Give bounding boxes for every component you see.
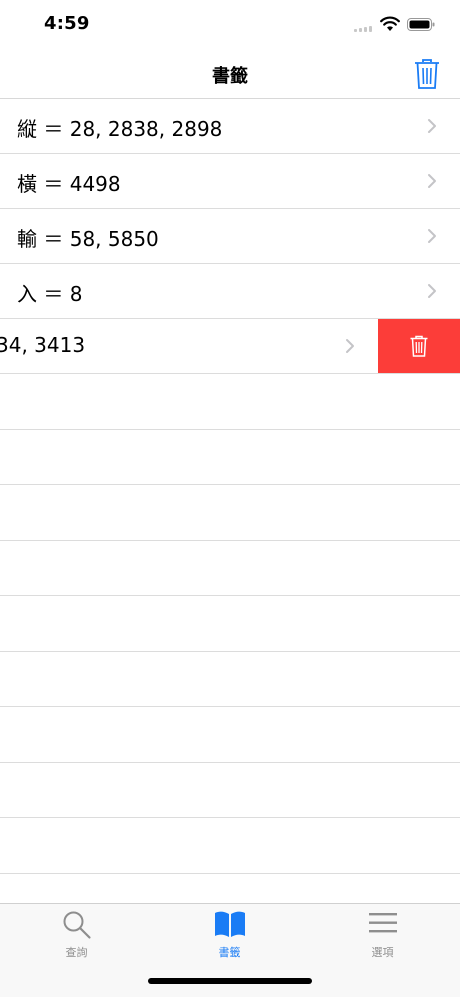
delete-button[interactable]	[378, 319, 460, 374]
empty-row	[0, 763, 460, 819]
empty-row	[0, 818, 460, 874]
list-item[interactable]: 縦 ＝ 28, 2838, 2898	[0, 99, 460, 154]
list-item-swiped[interactable]: 34, 3413	[0, 319, 460, 374]
list-item[interactable]: 入 ＝ 8	[0, 264, 460, 319]
list-item[interactable]: 橫 ＝ 4498	[0, 154, 460, 209]
chevron-right-icon	[427, 283, 437, 299]
list-item-label: 入 ＝ 8	[17, 278, 82, 307]
empty-row	[0, 541, 460, 597]
trash-icon	[410, 335, 428, 357]
tab-bookmarks[interactable]: 書籤	[153, 904, 306, 964]
battery-icon	[407, 18, 435, 31]
tab-label: 書籤	[153, 944, 306, 960]
chevron-right-icon	[427, 118, 437, 134]
tab-label: 選項	[306, 944, 459, 960]
bookmark-list: 縦 ＝ 28, 2838, 2898 橫 ＝ 4498 輸 ＝ 58, 5850…	[0, 99, 460, 874]
tab-label: 查詢	[0, 944, 153, 960]
empty-row	[0, 707, 460, 763]
cellular-signal-icon	[354, 26, 374, 32]
list-item-label: 34, 3413	[0, 333, 85, 357]
magnifier-icon	[62, 910, 92, 940]
chevron-right-icon	[427, 228, 437, 244]
empty-row	[0, 374, 460, 430]
list-item-label: 橫 ＝ 4498	[17, 168, 121, 197]
empty-row	[0, 596, 460, 652]
chevron-right-icon	[427, 173, 437, 189]
list-item-label: 輸 ＝ 58, 5850	[17, 223, 159, 252]
list-item[interactable]: 輸 ＝ 58, 5850	[0, 209, 460, 264]
home-indicator	[148, 978, 312, 984]
wifi-icon	[380, 16, 400, 32]
tab-search[interactable]: 查詢	[0, 904, 153, 964]
navigation-bar: 書籤	[0, 50, 460, 99]
empty-row	[0, 485, 460, 541]
empty-row	[0, 652, 460, 708]
trash-icon[interactable]	[414, 58, 440, 90]
chevron-right-icon	[345, 338, 355, 354]
page-title: 書籤	[0, 62, 460, 88]
status-bar: 4:59	[0, 0, 460, 50]
tab-options[interactable]: 選項	[306, 904, 459, 964]
status-time: 4:59	[44, 13, 90, 34]
list-item-label: 縦 ＝ 28, 2838, 2898	[17, 113, 222, 142]
menu-icon	[368, 910, 398, 936]
empty-row	[0, 430, 460, 486]
book-icon	[214, 910, 246, 938]
